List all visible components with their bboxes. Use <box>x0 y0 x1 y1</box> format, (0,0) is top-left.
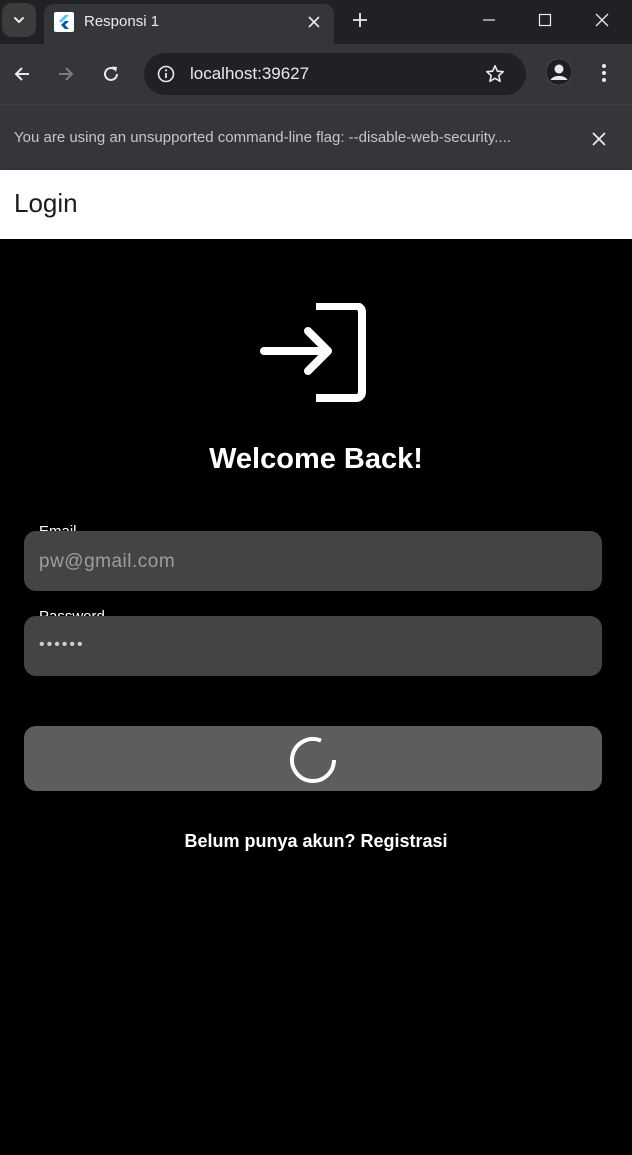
back-icon <box>14 67 29 81</box>
browser-toolbar: localhost:39627 <box>0 44 632 104</box>
minimize-icon <box>483 19 495 21</box>
infobar-close-button[interactable] <box>586 126 612 152</box>
maximize-icon <box>538 13 552 27</box>
forward-button[interactable] <box>50 58 82 90</box>
password-value: •••••• <box>39 636 85 653</box>
browser-tab-active[interactable]: Responsi 1 <box>44 4 334 44</box>
email-field[interactable]: pw@gmail.com <box>24 531 602 591</box>
url-text: localhost:39627 <box>190 64 310 83</box>
minimize-button[interactable] <box>469 4 509 36</box>
login-screen: Welcome Back! Email pw@gmail.com Passwor… <box>0 239 632 1155</box>
warning-infobar: You are using an unsupported command-lin… <box>0 104 632 171</box>
login-button[interactable] <box>24 726 602 791</box>
page-title: Login <box>14 188 78 218</box>
chevron-down-icon <box>14 17 24 24</box>
maximize-button[interactable] <box>525 4 565 36</box>
bookmark-button[interactable] <box>482 62 508 86</box>
tab-search-button[interactable] <box>2 3 36 37</box>
address-bar[interactable]: localhost:39627 <box>144 53 526 95</box>
email-value: pw@gmail.com <box>39 551 176 572</box>
forward-icon <box>59 67 74 81</box>
login-icon <box>260 303 366 402</box>
close-icon <box>595 13 609 27</box>
app-bar: Login <box>0 170 632 239</box>
reload-button[interactable] <box>95 58 127 90</box>
close-icon <box>592 132 606 146</box>
tab-title: Responsi 1 <box>84 13 160 30</box>
new-tab-button[interactable] <box>346 6 374 34</box>
star-icon <box>486 65 504 83</box>
welcome-heading: Welcome Back! <box>209 443 423 475</box>
register-link[interactable]: Belum punya akun? Registrasi <box>0 831 632 852</box>
browser-menu-button[interactable] <box>592 60 616 86</box>
site-info-button[interactable] <box>154 62 178 86</box>
info-icon <box>157 65 175 83</box>
loading-spinner-icon <box>290 737 336 784</box>
reload-icon <box>104 66 118 81</box>
profile-button[interactable] <box>546 59 572 85</box>
more-vert-icon <box>602 64 606 82</box>
back-button[interactable] <box>6 58 38 90</box>
infobar-message: You are using an unsupported command-lin… <box>14 129 511 146</box>
tab-close-button[interactable] <box>302 10 326 34</box>
profile-icon <box>546 59 572 85</box>
password-field[interactable]: •••••• <box>24 616 602 676</box>
window-close-button[interactable] <box>582 4 622 36</box>
browser-tabstrip: Responsi 1 <box>0 0 632 44</box>
flutter-favicon-icon <box>54 12 74 32</box>
close-icon <box>308 16 320 28</box>
plus-icon <box>353 13 367 27</box>
